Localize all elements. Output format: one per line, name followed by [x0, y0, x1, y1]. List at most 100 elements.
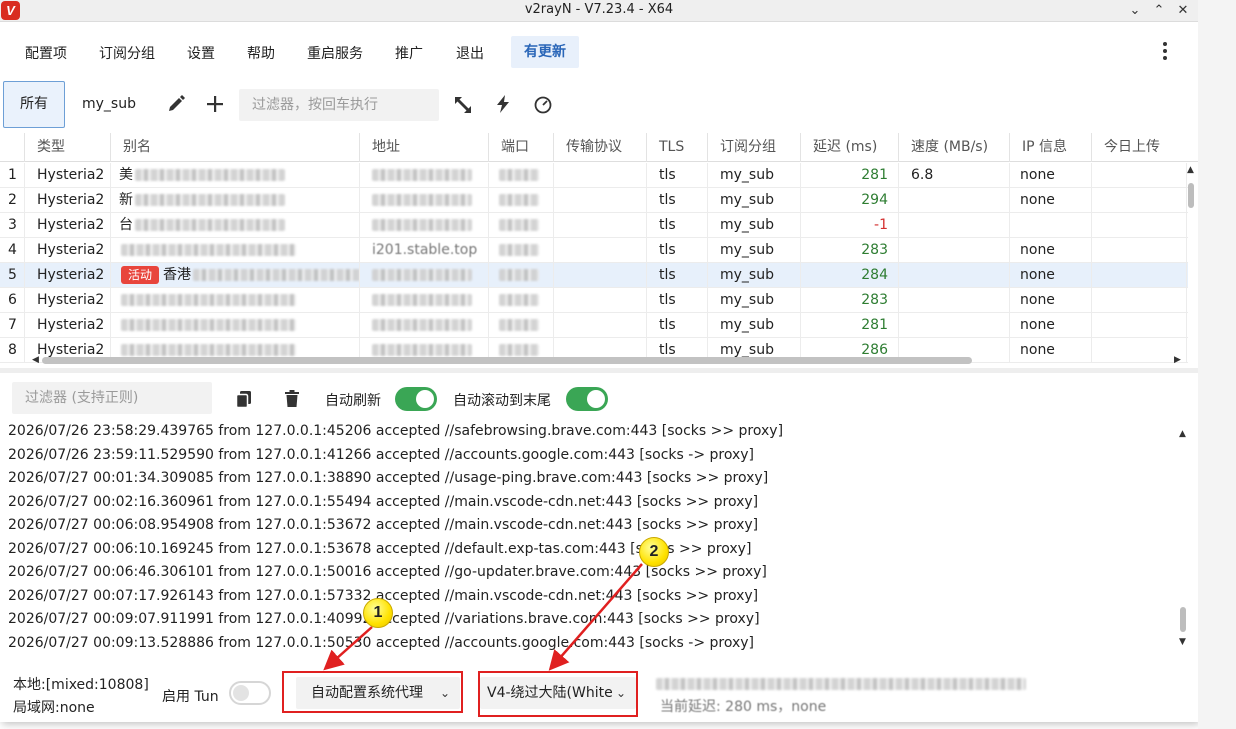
cell-transport — [554, 288, 647, 313]
col-delay[interactable]: 延迟 (ms) — [801, 133, 899, 162]
resize-icon[interactable] — [452, 94, 474, 116]
cell-sub: my_sub — [708, 238, 801, 263]
highlight-system-proxy — [282, 671, 463, 713]
table-row[interactable]: 5 Hysteria2 活动 香港 tls my_sub 284 none — [0, 263, 1188, 288]
horizontal-scrollbar-thumb[interactable] — [42, 357, 972, 364]
col-tls[interactable]: TLS — [647, 133, 708, 162]
chevron-up-icon: ⌃ — [1153, 3, 1165, 18]
server-filter-input[interactable] — [239, 89, 439, 121]
table-vertical-scrollbar[interactable]: ▲ — [1186, 163, 1196, 358]
col-transport[interactable]: 传输协议 — [554, 133, 647, 162]
delete-icon[interactable] — [281, 388, 303, 410]
cell-alias — [111, 288, 360, 313]
cell-port — [489, 163, 554, 188]
add-icon[interactable] — [204, 93, 226, 115]
redacted-port — [499, 319, 539, 331]
cell-speed — [899, 313, 1010, 338]
table-row[interactable]: 7 Hysteria2 tls my_sub 281 none — [0, 313, 1188, 338]
log-vertical-scrollbar[interactable]: ▲ ▼ — [1176, 425, 1190, 653]
speedtest-icon[interactable] — [492, 93, 514, 115]
minimize-button[interactable]: ⌄ — [1124, 1, 1146, 21]
log-output[interactable]: 2026/07/26 23:58:29.439765 from 127.0.0.… — [0, 420, 1175, 656]
menu-settings[interactable]: 设置 — [187, 43, 215, 63]
tab-all[interactable]: 所有 — [3, 81, 65, 128]
cell-n: 1 — [0, 163, 25, 188]
cell-ip: none — [1010, 263, 1092, 288]
table-row[interactable]: 4 Hysteria2 i201.stable.top tls my_sub 283 non… — [0, 238, 1188, 263]
col-sub-group[interactable]: 订阅分组 — [708, 133, 801, 162]
chevron-down-icon: ⌄ — [1129, 3, 1141, 18]
cell-ip: none — [1010, 313, 1092, 338]
active-badge: 活动 — [121, 266, 160, 284]
cell-type: Hysteria2 — [25, 238, 111, 263]
redacted-port — [499, 269, 539, 281]
table-row[interactable]: 6 Hysteria2 tls my_sub 283 none — [0, 288, 1188, 313]
tun-toggle[interactable] — [229, 681, 271, 705]
redacted-alias — [121, 294, 296, 306]
auto-refresh-label: 自动刷新 — [325, 393, 381, 409]
horizontal-scrollbar[interactable] — [30, 357, 1180, 365]
tab-my-sub[interactable]: my_sub — [82, 96, 136, 112]
table-row[interactable]: 3 Hysteria2 台 tls my_sub -1 — [0, 213, 1188, 238]
log-scroll-down-icon[interactable]: ▼ — [1179, 637, 1186, 647]
redacted-port — [499, 344, 539, 356]
menu-profiles[interactable]: 配置项 — [25, 43, 67, 63]
scroll-left-icon[interactable]: ◀ — [32, 355, 39, 365]
cell-address — [360, 263, 489, 288]
table-vertical-scrollbar-thumb[interactable] — [1188, 183, 1194, 208]
redacted-alias — [193, 269, 359, 281]
log-line: 2026/07/27 00:06:08.954908 from 127.0.0.… — [8, 517, 759, 533]
more-options-icon[interactable] — [1158, 40, 1172, 64]
cell-port — [489, 313, 554, 338]
cell-speed — [899, 238, 1010, 263]
redacted-alias — [135, 194, 285, 206]
auto-scroll-toggle[interactable] — [566, 387, 608, 411]
col-alias[interactable]: 别名 — [111, 133, 360, 162]
cell-ip: none — [1010, 238, 1092, 263]
col-type[interactable]: 类型 — [25, 133, 111, 162]
cell-transport — [554, 313, 647, 338]
cell-upload — [1092, 288, 1187, 313]
cell-ip: none — [1010, 188, 1092, 213]
cell-speed — [899, 288, 1010, 313]
cell-address — [360, 163, 489, 188]
pane-splitter[interactable] — [0, 368, 1198, 373]
maximize-button[interactable]: ⌃ — [1148, 1, 1170, 21]
cell-upload — [1092, 188, 1187, 213]
menu-help[interactable]: 帮助 — [247, 43, 275, 63]
table-row[interactable]: 1 Hysteria2 美 tls my_sub 281 6.8 none — [0, 163, 1188, 188]
scroll-up-icon[interactable]: ▲ — [1187, 165, 1194, 175]
cell-tls: tls — [647, 288, 708, 313]
log-vertical-scrollbar-thumb[interactable] — [1180, 607, 1186, 632]
cell-sub: my_sub — [708, 288, 801, 313]
redacted-port — [499, 219, 539, 231]
menu-subscription-group[interactable]: 订阅分组 — [99, 43, 155, 63]
auto-refresh-toggle[interactable] — [395, 387, 437, 411]
table-row[interactable]: 2 Hysteria2 新 tls my_sub 294 none — [0, 188, 1188, 213]
redacted-alias — [121, 319, 296, 331]
gauge-icon[interactable] — [532, 93, 554, 115]
cell-upload — [1092, 163, 1187, 188]
col-port[interactable]: 端口 — [489, 133, 554, 162]
col-address[interactable]: 地址 — [360, 133, 489, 162]
col-ip-info[interactable]: IP 信息 — [1010, 133, 1092, 162]
cell-type: Hysteria2 — [25, 263, 111, 288]
log-scroll-up-icon[interactable]: ▲ — [1179, 429, 1186, 439]
menu-restart-service[interactable]: 重启服务 — [307, 43, 363, 63]
current-delay-status: 当前延迟: 280 ms，none — [660, 699, 827, 715]
col-today-upload[interactable]: 今日上传 — [1092, 133, 1187, 162]
scroll-right-icon[interactable]: ▶ — [1174, 355, 1181, 365]
cell-type: Hysteria2 — [25, 313, 111, 338]
redacted-alias — [121, 244, 296, 256]
menu-bar: 配置项 订阅分组 设置 帮助 重启服务 推广 退出 有更新 — [0, 22, 1198, 80]
update-available-button[interactable]: 有更新 — [511, 36, 579, 68]
cell-speed: 6.8 — [899, 163, 1010, 188]
close-button[interactable]: ✕ — [1172, 1, 1194, 21]
cell-delay: 284 — [801, 263, 899, 288]
menu-exit[interactable]: 退出 — [456, 43, 484, 63]
col-speed[interactable]: 速度 (MB/s) — [899, 133, 1010, 162]
menu-promotion[interactable]: 推广 — [395, 43, 423, 63]
log-filter-input[interactable] — [12, 382, 212, 414]
edit-icon[interactable] — [165, 93, 187, 115]
copy-icon[interactable] — [233, 388, 255, 410]
